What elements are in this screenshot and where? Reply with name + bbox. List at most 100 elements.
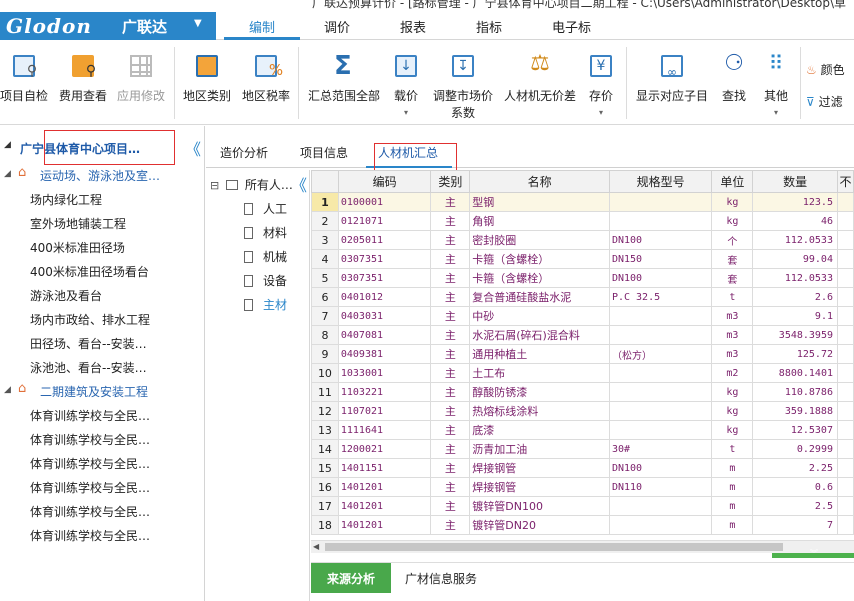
table-cell[interactable]: 12.5307 (752, 420, 838, 440)
tree-item[interactable]: 泳池池、看台--安装… (0, 356, 204, 380)
table-cell[interactable]: 0307351 (337, 268, 432, 288)
table-row[interactable]: 9 0409381 主通用种植土 （松方） m3 125.72 (311, 344, 854, 364)
table-cell[interactable]: 卡箍（含螺栓） (469, 268, 610, 288)
tab-cost-analysis[interactable]: 造价分析 (220, 144, 268, 161)
table-cell[interactable]: 1401151 (337, 458, 432, 478)
table-cell[interactable]: 2.25 (752, 458, 838, 478)
table-cell[interactable]: 14 (311, 439, 339, 459)
table-cell[interactable]: m (711, 458, 754, 478)
table-cell[interactable]: P.C 32.5 (608, 287, 713, 307)
column-header[interactable]: 名称 (469, 170, 610, 193)
table-cell[interactable]: m3 (711, 306, 754, 326)
table-cell[interactable]: 主 (430, 287, 471, 307)
table-cell[interactable]: 1107021 (337, 401, 432, 421)
menu-report[interactable]: 报表 (400, 17, 426, 36)
table-cell[interactable] (608, 192, 713, 212)
table-cell[interactable]: m (711, 496, 754, 516)
tree-item[interactable]: 体育训练学校与全民… (0, 428, 204, 452)
table-cell[interactable]: 0401012 (337, 287, 432, 307)
table-row[interactable]: 16 1401201 主焊接钢管 DN110 m 0.6 (311, 477, 854, 497)
table-cell[interactable]: 主 (430, 344, 471, 364)
table-cell[interactable] (836, 363, 854, 383)
table-row[interactable]: 11 1103221 主醇酸防锈漆 kg 110.8786 (311, 382, 854, 402)
table-cell[interactable]: 镀锌管DN100 (469, 496, 610, 516)
tree-item[interactable]: 400米标准田径场看台 (0, 260, 204, 284)
tree-item[interactable]: 游泳池及看台 (0, 284, 204, 308)
tree-item[interactable]: 场内绿化工程 (0, 188, 204, 212)
table-cell[interactable]: 2.6 (752, 287, 838, 307)
tab-source-analysis[interactable]: 来源分析 (311, 563, 391, 593)
table-cell[interactable]: 主 (430, 515, 471, 535)
menu-e-bid[interactable]: 电子标 (552, 17, 591, 36)
table-cell[interactable]: 123.5 (752, 192, 838, 212)
tree-item[interactable]: 体育训练学校与全民… (0, 524, 204, 548)
table-cell[interactable] (608, 382, 713, 402)
table-cell[interactable]: 土工布 (469, 363, 610, 383)
table-cell[interactable]: 15 (311, 458, 339, 478)
table-cell[interactable]: 110.8786 (752, 382, 838, 402)
table-cell[interactable]: kg (711, 420, 754, 440)
menu-edit[interactable]: 编制 (224, 12, 300, 40)
table-cell[interactable]: 1200021 (337, 439, 432, 459)
table-cell[interactable]: 9 (311, 344, 339, 364)
table-row[interactable]: 12 1107021 主热熔标线涂料 kg 359.1888 (311, 401, 854, 421)
column-header[interactable]: 单位 (711, 170, 754, 193)
category-item[interactable]: 机械 (244, 248, 287, 265)
table-cell[interactable]: 1401201 (337, 496, 432, 516)
table-cell[interactable]: 焊接钢管 (469, 477, 610, 497)
table-cell[interactable]: 主 (430, 325, 471, 345)
table-cell[interactable]: 16 (311, 477, 339, 497)
table-row[interactable]: 1 0100001 主型钢 kg 123.5 (311, 192, 854, 212)
table-cell[interactable]: 中砂 (469, 306, 610, 326)
table-cell[interactable]: 1401201 (337, 477, 432, 497)
table-cell[interactable]: 热熔标线涂料 (469, 401, 610, 421)
table-cell[interactable]: 2.5 (752, 496, 838, 516)
category-item[interactable]: 设备 (244, 272, 287, 289)
table-cell[interactable] (836, 344, 854, 364)
table-cell[interactable]: 密封胶圈 (469, 230, 610, 250)
table-cell[interactable]: 个 (711, 230, 754, 250)
table-cell[interactable] (836, 420, 854, 440)
table-cell[interactable]: 125.72 (752, 344, 838, 364)
table-cell[interactable]: 1 (311, 192, 339, 212)
table-cell[interactable]: 11 (311, 382, 339, 402)
table-cell[interactable] (836, 477, 854, 497)
table-cell[interactable] (608, 325, 713, 345)
table-row[interactable]: 13 1111641 主底漆 kg 12.5307 (311, 420, 854, 440)
table-cell[interactable]: m (711, 515, 754, 535)
table-cell[interactable] (836, 268, 854, 288)
table-cell[interactable]: t (711, 439, 754, 459)
other-button[interactable]: ⠿ 其他 ▾ (758, 51, 794, 118)
table-cell[interactable]: DN100 (608, 458, 713, 478)
table-cell[interactable]: 8 (311, 325, 339, 345)
table-cell[interactable]: 99.04 (752, 249, 838, 269)
table-cell[interactable]: 主 (430, 192, 471, 212)
table-cell[interactable] (836, 192, 854, 212)
table-cell[interactable] (836, 230, 854, 250)
table-cell[interactable]: 112.0533 (752, 268, 838, 288)
table-cell[interactable]: kg (711, 211, 754, 231)
table-cell[interactable]: 2 (311, 211, 339, 231)
table-cell[interactable]: 12 (311, 401, 339, 421)
apply-modify-button[interactable]: 应用修改 (116, 51, 166, 104)
table-row[interactable]: 4 0307351 主卡箍（含螺栓） DN150 套 99.04 (311, 249, 854, 269)
table-cell[interactable]: 复合普通硅酸盐水泥 (469, 287, 610, 307)
table-cell[interactable]: 0.2999 (752, 439, 838, 459)
table-cell[interactable]: 17 (311, 496, 339, 516)
tree-group[interactable]: ◢ ⌂ 二期建筑及安装工程 (0, 380, 204, 404)
table-cell[interactable]: 沥青加工油 (469, 439, 610, 459)
table-cell[interactable]: 30# (608, 439, 713, 459)
table-cell[interactable] (608, 306, 713, 326)
table-cell[interactable]: 3 (311, 230, 339, 250)
table-cell[interactable]: 卡箍（含螺栓） (469, 249, 610, 269)
table-cell[interactable]: 9.1 (752, 306, 838, 326)
table-cell[interactable]: 主 (430, 363, 471, 383)
table-cell[interactable]: 13 (311, 420, 339, 440)
table-cell[interactable]: 359.1888 (752, 401, 838, 421)
table-cell[interactable] (836, 496, 854, 516)
table-cell[interactable]: 主 (430, 211, 471, 231)
column-header[interactable]: 类别 (430, 170, 471, 193)
table-cell[interactable] (836, 306, 854, 326)
tab-material-info-service[interactable]: 广材信息服务 (405, 570, 477, 587)
table-cell[interactable]: kg (711, 382, 754, 402)
